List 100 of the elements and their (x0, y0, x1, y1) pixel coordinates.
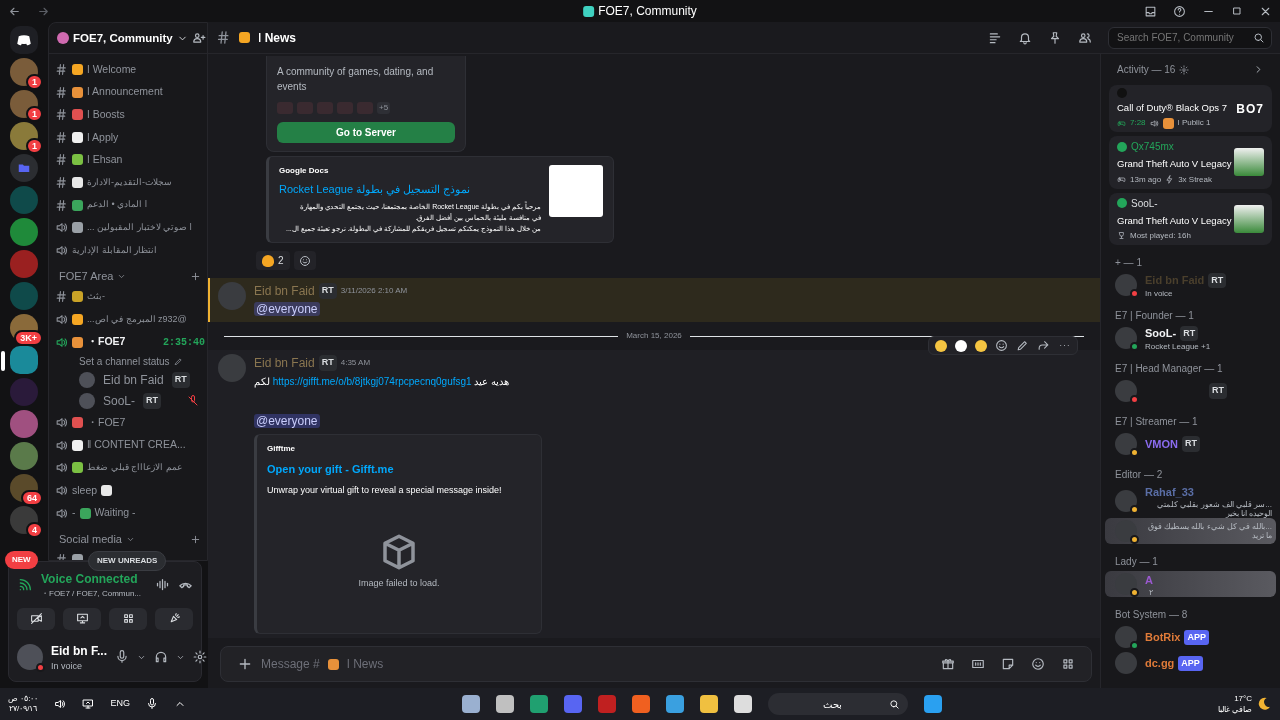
home-button[interactable] (10, 26, 38, 54)
go-to-server-button[interactable]: Go to Server (277, 121, 455, 143)
category-name[interactable]: FOE7 Area (59, 268, 114, 285)
author-name[interactable]: Eid bn Faid (254, 282, 315, 300)
emoji-icon[interactable] (1031, 657, 1045, 671)
channel-item[interactable]: عمم الازعاااج قبلي ضغط (49, 456, 207, 480)
app-icon[interactable] (597, 695, 616, 713)
channel-item[interactable]: ǀ صوتي لاختبار المقبولين ... (49, 216, 207, 240)
bell-icon[interactable] (1018, 30, 1032, 45)
channel-item[interactable]: سجلات-التقديم-الادارة (49, 171, 207, 194)
plus-icon[interactable] (190, 533, 201, 545)
search-box[interactable]: Search FOE7, Community (1108, 26, 1272, 49)
display-icon[interactable] (82, 698, 95, 710)
volume-icon[interactable] (54, 698, 67, 710)
category-name[interactable]: Social media (59, 531, 122, 548)
panel-button[interactable] (63, 607, 101, 630)
activity-card[interactable]: SooL- Grand Theft Auto V Legacy Most played: 16h (1109, 192, 1272, 245)
user-name[interactable]: Eid bn F... (51, 641, 107, 660)
gift-icon[interactable] (941, 657, 955, 671)
activity-card[interactable]: Qx745mx Grand Theft Auto V Legacy 13m ago 3x Streak (1109, 136, 1272, 189)
channel-item[interactable]: ǀ Announcement (49, 80, 207, 104)
member-item[interactable]: BotRix APP (1105, 624, 1276, 651)
member-item[interactable]: ...بالله في كل شيء بالله يسطيك فوق ما تريد (1105, 518, 1276, 545)
language-indicator[interactable]: ENG (110, 697, 130, 711)
reaction-button[interactable]: 2 (256, 251, 290, 270)
folder-icon[interactable] (699, 695, 718, 713)
channel-item[interactable]: ǀ Welcome (49, 58, 207, 81)
pencil-icon[interactable] (173, 356, 183, 366)
mention[interactable]: @everyone (254, 302, 320, 316)
forward-icon[interactable] (1037, 339, 1050, 352)
threads-icon[interactable] (988, 30, 1002, 45)
server-icon[interactable] (10, 410, 38, 438)
channel-item[interactable]: ǀ Apply (49, 126, 207, 149)
member-item[interactable]: SooL- RT Rocket League +1 (1105, 324, 1276, 351)
add-member-icon[interactable] (191, 31, 206, 46)
window-icon[interactable] (733, 695, 752, 713)
server-icon[interactable] (10, 218, 38, 246)
channel-item[interactable]: ǀ Ehsan (49, 148, 207, 172)
store-icon[interactable] (665, 695, 684, 713)
voice-member[interactable]: Eid bn Faid RT (49, 369, 207, 391)
settings-app-icon[interactable] (461, 695, 480, 713)
channel-item[interactable]: ・FOE7 2:35:40 (49, 330, 207, 354)
author-name[interactable]: Eid bn Faid (254, 354, 315, 372)
member-list-icon[interactable] (1078, 30, 1092, 45)
apps-icon[interactable] (1061, 657, 1075, 671)
plus-icon[interactable] (190, 271, 201, 283)
channel-item[interactable]: - Waiting - (49, 501, 207, 525)
server-icon[interactable] (10, 442, 38, 470)
channel-item[interactable]: ・FOE7 (49, 411, 207, 435)
add-reaction-icon[interactable] (995, 339, 1008, 352)
windows-start-icon[interactable] (923, 695, 942, 713)
browser-icon[interactable] (631, 695, 650, 713)
channel-item[interactable]: sleep (49, 479, 207, 502)
settings-icon[interactable] (193, 650, 207, 665)
member-name[interactable]: SooL- (103, 391, 136, 410)
app-icon[interactable] (529, 695, 548, 713)
maximize-icon[interactable] (1231, 5, 1243, 17)
sticker-icon[interactable] (1001, 657, 1015, 671)
search-field[interactable]: Search FOE7, Community (1115, 29, 1253, 46)
message-field[interactable]: Message # ǀ News (220, 646, 1092, 682)
smiley-emoji-icon[interactable] (935, 339, 947, 352)
headphones-icon[interactable] (154, 650, 168, 665)
channel-item[interactable]: @z932 المبرمج في اص... (49, 308, 207, 331)
voice-location[interactable]: ・FOE7 / FOE7, Commun... (41, 587, 147, 600)
server-name[interactable]: FOE7, Community (73, 29, 173, 47)
activity-card[interactable]: Call of Duty® Black Ops 7 7:28 ǀ Public 1 BO7 (1109, 85, 1272, 133)
pin-icon[interactable] (1048, 30, 1062, 45)
member-item[interactable]: RT (1105, 377, 1276, 404)
member-item[interactable]: VMON RT (1105, 430, 1276, 457)
panel-button[interactable] (155, 607, 193, 630)
thumbs-up-emoji-icon[interactable] (975, 339, 987, 352)
channel-item[interactable]: -بثث (49, 285, 207, 309)
channel-item[interactable]: انتظار المقابلة الإدارية (49, 239, 207, 262)
server-icon[interactable] (10, 154, 38, 182)
channel-item[interactable]: ǀ Boosts (49, 103, 207, 127)
gear-icon[interactable] (1179, 64, 1190, 75)
inbox-icon[interactable] (1144, 4, 1157, 18)
add-reaction-button[interactable] (293, 251, 316, 270)
microphone-icon[interactable] (146, 698, 158, 710)
channel-status[interactable]: Set a channel status (79, 353, 170, 369)
taskbar-search[interactable]: بحث (767, 693, 908, 715)
microphone-icon[interactable] (115, 650, 129, 665)
panel-button[interactable] (17, 607, 55, 630)
embed-title[interactable]: Open your gift - Gifft.me (267, 461, 531, 478)
heart-emoji-icon[interactable] (955, 339, 967, 352)
member-item[interactable]: dc.gg APP (1105, 650, 1276, 677)
mention[interactable]: @everyone (254, 414, 320, 428)
mouse-app-icon[interactable] (495, 695, 514, 713)
channel-item[interactable]: ǁ CONTENT CREA... (49, 434, 207, 457)
gif-icon[interactable] (971, 657, 985, 671)
plus-icon[interactable] (237, 656, 253, 672)
help-icon[interactable] (1173, 4, 1186, 18)
edit-icon[interactable] (1016, 339, 1029, 352)
member-name[interactable]: Eid bn Faid (103, 370, 164, 389)
message-link[interactable]: https://gifft.me/o/b/8jtkgj074rpcpecnq0gufsg1 (272, 376, 472, 387)
noise-suppression-icon[interactable] (155, 577, 170, 592)
voice-member[interactable]: SooL- RT (49, 390, 207, 412)
panel-button[interactable] (109, 607, 147, 630)
embed-title[interactable]: نموذج التسجيل في بطولة Rocket League (279, 180, 541, 197)
channel-item[interactable]: ǀ المادي • الدعم (49, 193, 207, 217)
